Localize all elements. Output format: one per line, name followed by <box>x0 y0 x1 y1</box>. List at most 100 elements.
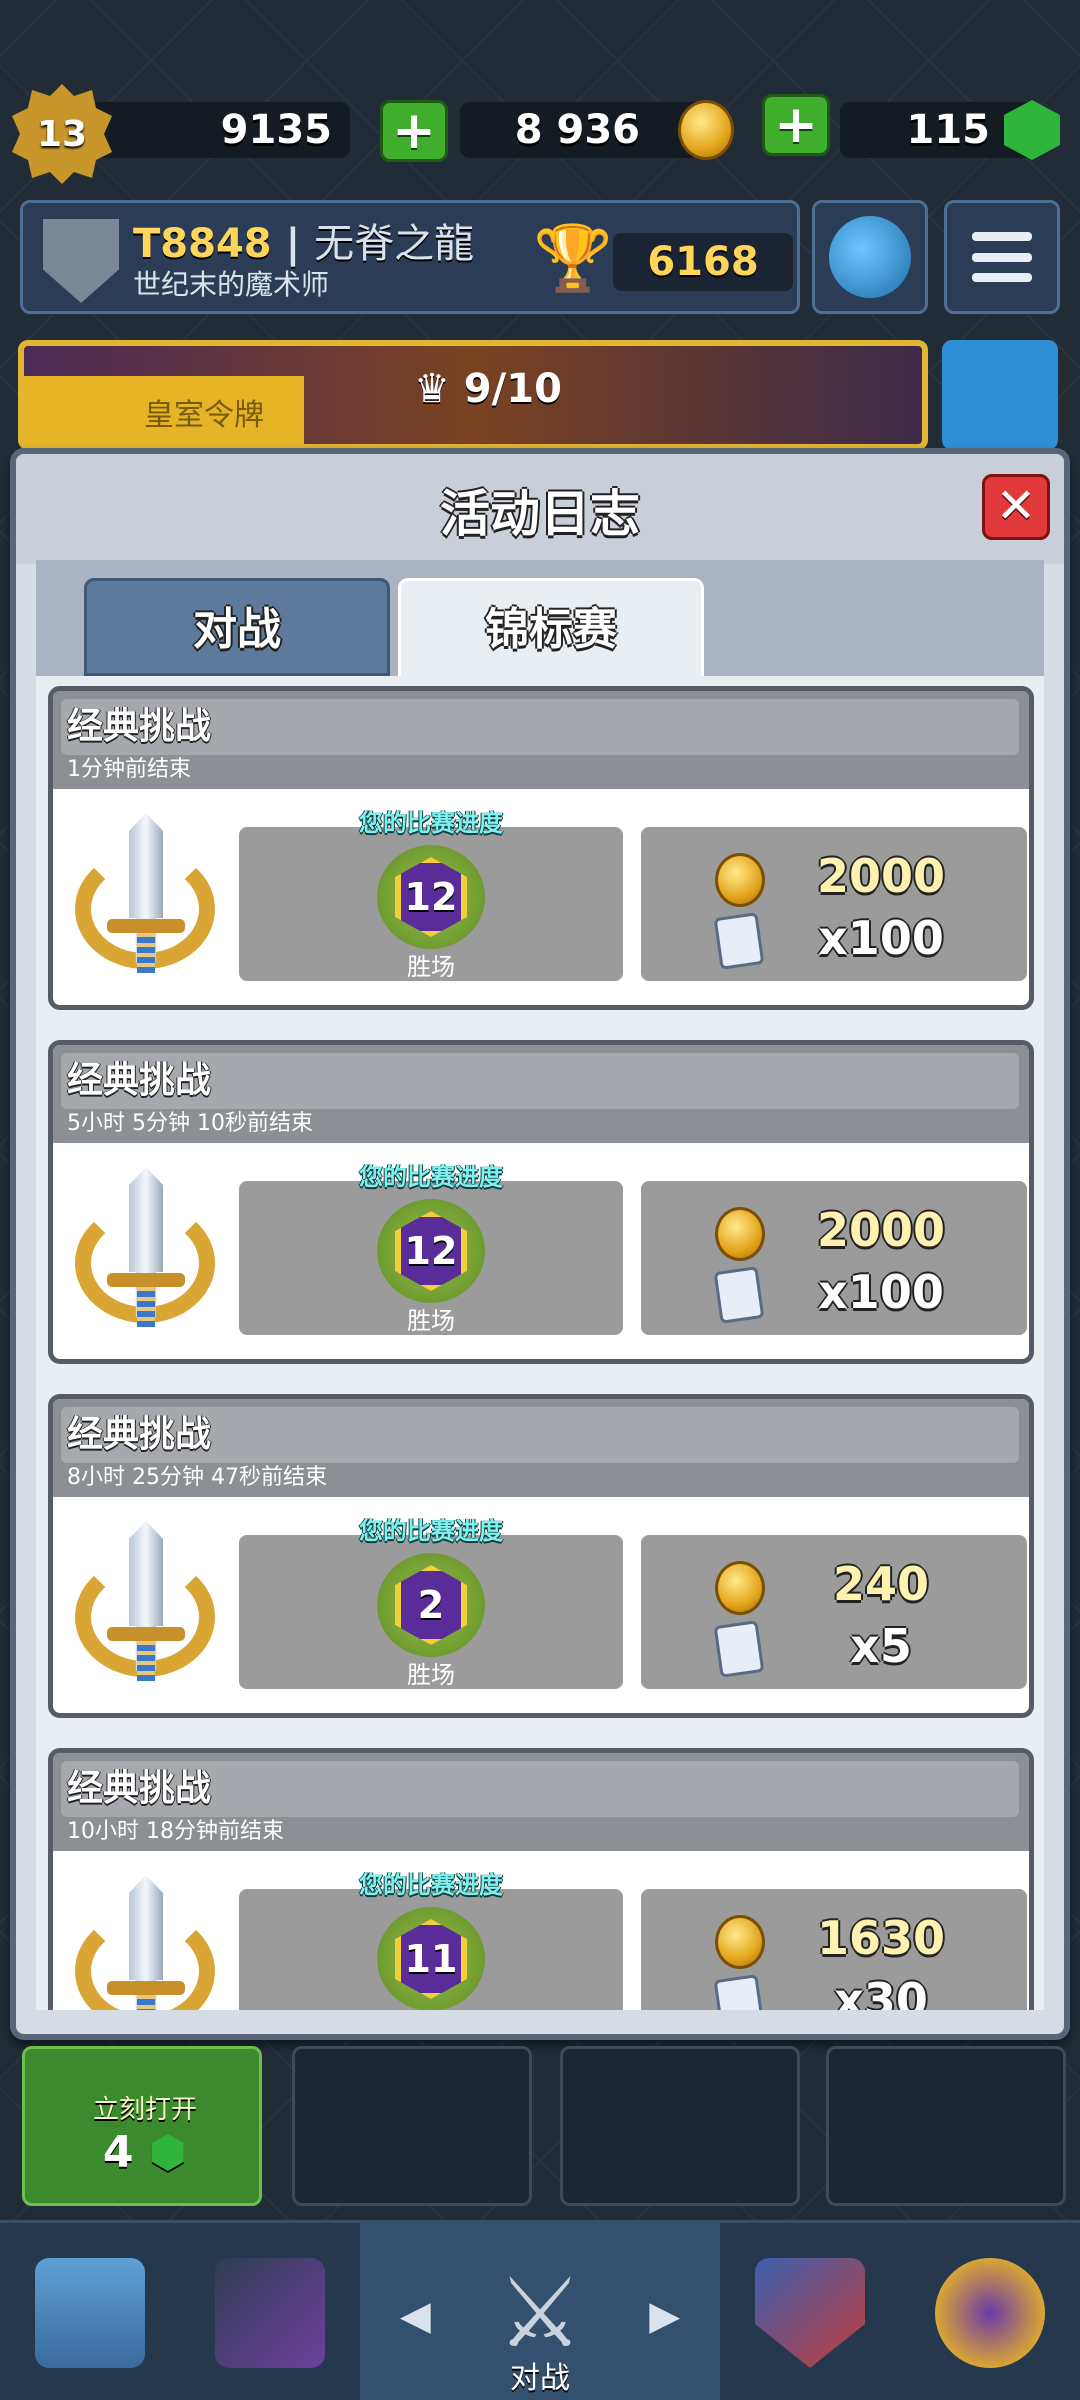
chevron-right-icon[interactable]: ▶ <box>649 2293 680 2339</box>
wins-badge-icon: 11 <box>377 1907 485 2010</box>
level-badge[interactable]: 13 <box>12 84 112 184</box>
gold-coin-icon <box>715 1207 765 1261</box>
card-icon <box>713 912 765 970</box>
chevron-left-icon[interactable]: ◀ <box>400 2293 431 2339</box>
trophy-icon: 🏆 <box>533 222 613 296</box>
unlock-cost: 4 ⬢ <box>25 2127 265 2178</box>
log-entry: 经典挑战 10小时 18分钟前结束 11 胜场 您的比赛进度 1630 x30 <box>48 1748 1034 2010</box>
rewards-box: 2000 x100 <box>641 1181 1027 1335</box>
nav-events[interactable] <box>900 2223 1080 2400</box>
sword-guard <box>107 1981 185 1995</box>
progress-label: 您的比赛进度 <box>359 1163 503 1191</box>
progress-box: 11 胜场 <box>239 1889 623 2010</box>
name-separator: | <box>285 221 301 267</box>
gold-bar: 8 936 <box>460 102 710 158</box>
chest-slot-empty[interactable] <box>292 2046 532 2206</box>
rewards-box: 240 x5 <box>641 1535 1027 1689</box>
cards-icon <box>215 2258 325 2368</box>
player-profile[interactable]: T8848 | 无脊之龍 世纪末的魔术师 6168 🏆 <box>20 200 800 314</box>
nav-cards[interactable] <box>180 2223 360 2400</box>
dialog-title: 活动日志 <box>440 485 640 543</box>
sword-guard <box>107 919 185 933</box>
globe-icon <box>829 216 911 298</box>
wins-count: 12 <box>395 1211 467 1291</box>
bottom-nav: ◀ ⚔ ▶ 对战 <box>0 2220 1080 2400</box>
nav-battle[interactable]: ◀ ⚔ ▶ 对战 <box>360 2223 720 2400</box>
friends-button[interactable] <box>942 340 1058 450</box>
entry-header: 经典挑战 5小时 5分钟 10秒前结束 <box>53 1045 1029 1143</box>
gold-coin-icon <box>678 100 734 160</box>
add-gems-button[interactable]: + <box>762 94 830 156</box>
challenge-sword-icon <box>67 809 221 985</box>
nav-shop[interactable] <box>0 2223 180 2400</box>
close-button[interactable]: ✕ <box>982 474 1050 540</box>
add-gold-button[interactable]: + <box>380 100 448 162</box>
tournament-emblem-icon <box>935 2258 1045 2368</box>
sword-hilt <box>137 933 155 973</box>
sword-guard <box>107 1627 185 1641</box>
royal-pass-label: 皇室令牌 <box>24 376 304 446</box>
progress-box: 12 胜场 <box>239 827 623 981</box>
rewards-box: 2000 x100 <box>641 827 1027 981</box>
dialog-header: 活动日志 ✕ <box>16 454 1064 564</box>
chest-slot-empty[interactable] <box>826 2046 1066 2206</box>
chest-slot-unlocking[interactable]: 立刻打开 4 ⬢ <box>22 2046 262 2206</box>
player-tag: T8848 <box>133 221 272 267</box>
reward-cards: x100 <box>818 1265 944 1319</box>
reward-cards: x5 <box>850 1619 912 1673</box>
progress-label: 您的比赛进度 <box>359 809 503 837</box>
wins-label: 胜场 <box>239 2009 623 2010</box>
card-icon <box>713 1620 765 1678</box>
progress-box: 12 胜场 <box>239 1181 623 1335</box>
player-name: T8848 | 无脊之龍 <box>133 211 474 269</box>
reward-gold: 2000 <box>816 849 946 903</box>
gold-coin-icon <box>715 1915 765 1969</box>
challenge-sword-icon <box>67 1871 221 2010</box>
wins-label: 胜场 <box>407 1661 455 1689</box>
crossed-swords-icon: ⚔ <box>496 2257 584 2369</box>
arena-globe-button[interactable] <box>812 200 928 314</box>
xp-value: 9135 <box>220 107 332 153</box>
log-entry: 经典挑战 8小时 25分钟 47秒前结束 2 胜场 您的比赛进度 240 x5 <box>48 1394 1034 1718</box>
progress-label: 您的比赛进度 <box>359 1871 503 1899</box>
progress-label: 您的比赛进度 <box>359 1517 503 1545</box>
tab-battle[interactable]: 对战 <box>84 578 390 676</box>
close-icon: ✕ <box>995 478 1037 534</box>
nav-battle-label: 对战 <box>510 2361 570 2396</box>
card-icon <box>713 1266 765 1324</box>
entry-title: 经典挑战 <box>67 1414 212 1455</box>
sword-hilt <box>137 1641 155 1681</box>
player-title: 无脊之龍 <box>314 221 475 267</box>
resource-bar: 9135 13 + 8 936 + 115 <box>0 80 1080 184</box>
wins-label: 胜场 <box>407 953 455 981</box>
menu-button[interactable] <box>944 200 1060 314</box>
reward-gold: 2000 <box>816 1203 946 1257</box>
trophy-count: 6168 <box>613 233 793 291</box>
entry-time: 1分钟前结束 <box>67 757 191 782</box>
unlock-now-label: 立刻打开 <box>92 2095 197 2125</box>
challenge-sword-icon <box>67 1163 221 1339</box>
reward-cards: x30 <box>834 1973 928 2010</box>
reward-cards: x100 <box>818 911 944 965</box>
tournament-log-list[interactable]: 经典挑战 1分钟前结束 12 胜场 您的比赛进度 2000 x100 经典挑战 … <box>36 676 1044 2010</box>
wins-count: 12 <box>395 857 467 937</box>
entry-title: 经典挑战 <box>67 706 212 747</box>
log-entry: 经典挑战 1分钟前结束 12 胜场 您的比赛进度 2000 x100 <box>48 686 1034 1010</box>
pass-royale-banner[interactable]: 皇室令牌 ♛ 9/10 <box>18 340 928 450</box>
reward-gold: 240 <box>832 1557 930 1611</box>
activity-log-dialog: 活动日志 ✕ 对战 锦标赛 经典挑战 1分钟前结束 12 胜场 您的比赛进度 2… <box>10 448 1070 2040</box>
tab-tournament[interactable]: 锦标赛 <box>398 578 704 676</box>
wins-badge-icon: 12 <box>377 1199 485 1303</box>
gold-coin-icon <box>715 853 765 907</box>
clan-shield-icon <box>755 2258 865 2368</box>
chest-slot-empty[interactable] <box>560 2046 800 2206</box>
nav-clan[interactable] <box>720 2223 900 2400</box>
entry-title: 经典挑战 <box>67 1768 212 1809</box>
level-value: 13 <box>36 113 88 155</box>
sword-hilt <box>137 1287 155 1327</box>
entry-header: 经典挑战 10小时 18分钟前结束 <box>53 1753 1029 1851</box>
wins-badge-icon: 12 <box>377 845 485 949</box>
entry-title: 经典挑战 <box>67 1060 212 1101</box>
unlock-cost-value: 4 <box>102 2127 134 2178</box>
log-entry: 经典挑战 5小时 5分钟 10秒前结束 12 胜场 您的比赛进度 2000 x1… <box>48 1040 1034 1364</box>
